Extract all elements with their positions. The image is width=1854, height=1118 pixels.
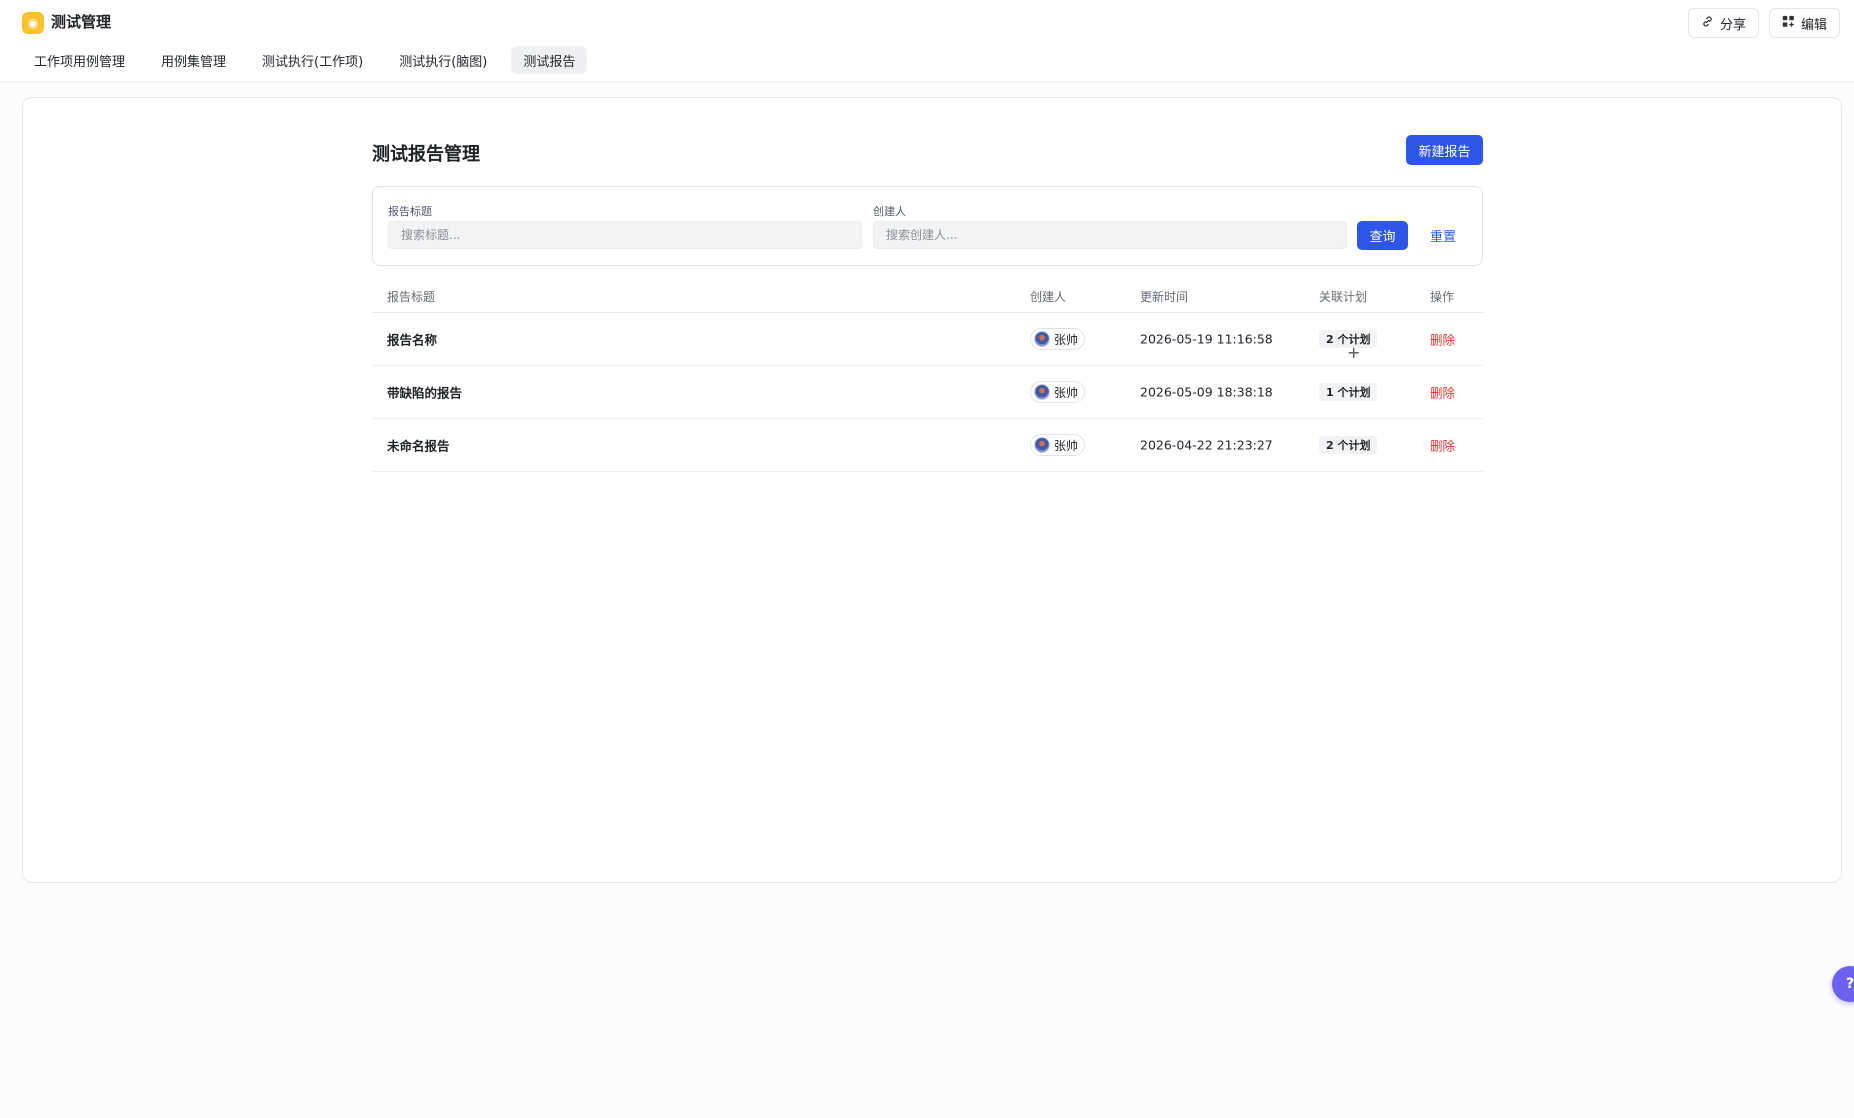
creator-tag: 张帅 <box>1030 328 1086 350</box>
column-header-updated: 更新时间 <box>1140 290 1189 304</box>
updated-time: 2026-05-19 11:16:58 <box>1140 331 1273 347</box>
title-search-input[interactable] <box>388 221 862 249</box>
tab-bar: 工作项用例管理 用例集管理 测试执行(工作项) 测试执行(脑图) 测试报告 <box>22 46 588 74</box>
crosshair-cursor-icon: + <box>1347 343 1361 362</box>
plans-badge[interactable]: 1 个计划 <box>1319 383 1378 401</box>
tab-case-management[interactable]: 工作项用例管理 <box>22 46 137 74</box>
table-row[interactable]: 报告名称 张帅 2026-05-19 11:16:58 2 个计划 删除 <box>372 313 1483 366</box>
report-title[interactable]: 带缺陷的报告 <box>387 383 462 402</box>
filter-panel: 报告标题 创建人 查询 重置 <box>372 186 1483 266</box>
creator-name: 张帅 <box>1054 385 1079 400</box>
avatar <box>1034 331 1050 347</box>
updated-time: 2026-05-09 18:38:18 <box>1140 384 1273 400</box>
creator-filter-label: 创建人 <box>873 205 906 218</box>
top-bar: ◉ 测试管理 分享 编辑 工作项用例管理 用例集管理 测试执行(工作项) 测试执… <box>0 0 1854 82</box>
app-logo-icon: ◉ <box>22 12 44 34</box>
delete-link[interactable]: 删除 <box>1430 330 1455 349</box>
page-title: 测试报告管理 <box>372 144 480 165</box>
column-header-plans: 关联计划 <box>1319 290 1368 304</box>
main-card: 测试报告管理 新建报告 报告标题 创建人 查询 重置 报告标题 创建人 更新时间… <box>22 97 1842 883</box>
column-header-title: 报告标题 <box>387 290 436 304</box>
creator-tag: 张帅 <box>1030 434 1086 456</box>
edit-button[interactable]: 编辑 <box>1769 8 1841 38</box>
column-header-actions: 操作 <box>1430 290 1455 304</box>
help-icon[interactable]: ? <box>1832 966 1854 1002</box>
column-header-creator: 创建人 <box>1030 290 1067 304</box>
query-button[interactable]: 查询 <box>1357 221 1408 250</box>
title-filter-label: 报告标题 <box>388 205 432 218</box>
delete-link[interactable]: 删除 <box>1430 383 1455 402</box>
delete-link[interactable]: 删除 <box>1430 436 1455 455</box>
share-button[interactable]: 分享 <box>1688 8 1760 38</box>
tab-test-report[interactable]: 测试报告 <box>511 46 588 74</box>
creator-search-input[interactable] <box>873 221 1347 249</box>
report-table: 报告标题 创建人 更新时间 关联计划 操作 报告名称 张帅 2026-05-19… <box>372 282 1483 472</box>
link-icon <box>1701 15 1714 32</box>
report-title[interactable]: 报告名称 <box>387 330 437 349</box>
reset-button[interactable]: 重置 <box>1417 221 1469 250</box>
app-title: 测试管理 <box>51 13 112 31</box>
tab-test-execution-workitem[interactable]: 测试执行(工作项) <box>250 46 375 74</box>
grid-plus-icon <box>1782 15 1795 32</box>
creator-name: 张帅 <box>1054 438 1079 453</box>
report-title[interactable]: 未命名报告 <box>387 436 450 455</box>
tab-test-execution-mindmap[interactable]: 测试执行(脑图) <box>387 46 499 74</box>
updated-time: 2026-04-22 21:23:27 <box>1140 437 1273 453</box>
avatar <box>1034 437 1050 453</box>
tab-case-set-management[interactable]: 用例集管理 <box>149 46 238 74</box>
table-row[interactable]: 未命名报告 张帅 2026-04-22 21:23:27 2 个计划 删除 <box>372 419 1483 472</box>
edit-label: 编辑 <box>1801 17 1828 33</box>
table-row[interactable]: 带缺陷的报告 张帅 2026-05-09 18:38:18 1 个计划 删除 <box>372 366 1483 419</box>
avatar <box>1034 384 1050 400</box>
new-report-button[interactable]: 新建报告 <box>1406 135 1483 165</box>
creator-tag: 张帅 <box>1030 381 1086 403</box>
creator-name: 张帅 <box>1054 332 1079 347</box>
plans-badge[interactable]: 2 个计划 <box>1319 436 1378 454</box>
share-label: 分享 <box>1720 17 1747 33</box>
table-header: 报告标题 创建人 更新时间 关联计划 操作 <box>372 282 1483 313</box>
